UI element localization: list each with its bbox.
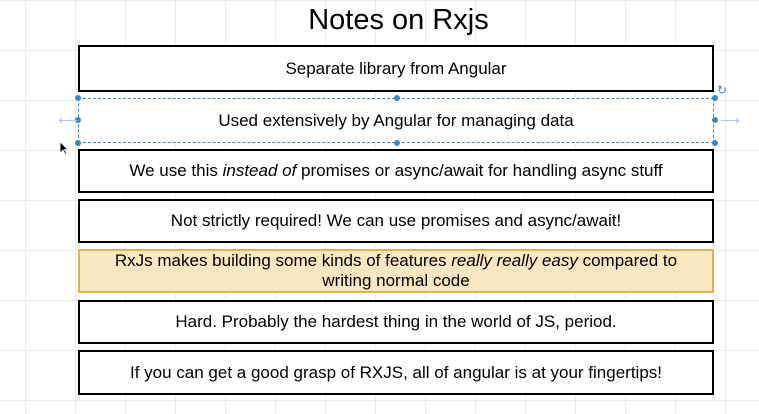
note-text: RxJs makes building some kinds of featur… <box>114 251 678 290</box>
arrow-right-icon[interactable]: ⟶ <box>720 113 740 127</box>
resize-handle-bottom[interactable] <box>394 140 400 146</box>
note-text: Used extensively by Angular for managing… <box>218 110 574 130</box>
resize-handle-top-left[interactable] <box>75 95 81 101</box>
mouse-cursor-icon <box>59 141 69 155</box>
page-title: Notes on Rxjs <box>308 4 489 36</box>
note-text: Hard. Probably the hardest thing in the … <box>175 312 617 331</box>
resize-handle-bottom-left[interactable] <box>75 140 81 146</box>
note-box-not-strictly-required[interactable]: Not strictly required! We can use promis… <box>78 199 714 243</box>
resize-handle-top[interactable] <box>394 95 400 101</box>
note-box-really-easy[interactable]: RxJs makes building some kinds of featur… <box>78 249 714 293</box>
rotate-icon[interactable]: ↻ <box>717 84 727 96</box>
arrow-left-icon[interactable]: ⟵ <box>58 113 78 127</box>
resize-handle-bottom-right[interactable] <box>712 140 718 146</box>
note-text: We use this instead of promises or async… <box>129 161 663 180</box>
note-box-used-extensively[interactable]: Used extensively by Angular for managing… <box>78 98 714 143</box>
note-text: Not strictly required! We can use promis… <box>170 211 622 230</box>
note-box-separate-library[interactable]: Separate library from Angular <box>78 45 714 92</box>
note-box-hard[interactable]: Hard. Probably the hardest thing in the … <box>78 300 714 344</box>
note-text: Separate library from Angular <box>285 58 507 78</box>
resize-handle-right[interactable] <box>712 117 718 123</box>
note-box-good-grasp[interactable]: If you can get a good grasp of RXJS, all… <box>78 350 714 395</box>
note-text: If you can get a good grasp of RXJS, all… <box>129 362 663 382</box>
note-box-instead-of-promises[interactable]: We use this instead of promises or async… <box>78 149 714 193</box>
